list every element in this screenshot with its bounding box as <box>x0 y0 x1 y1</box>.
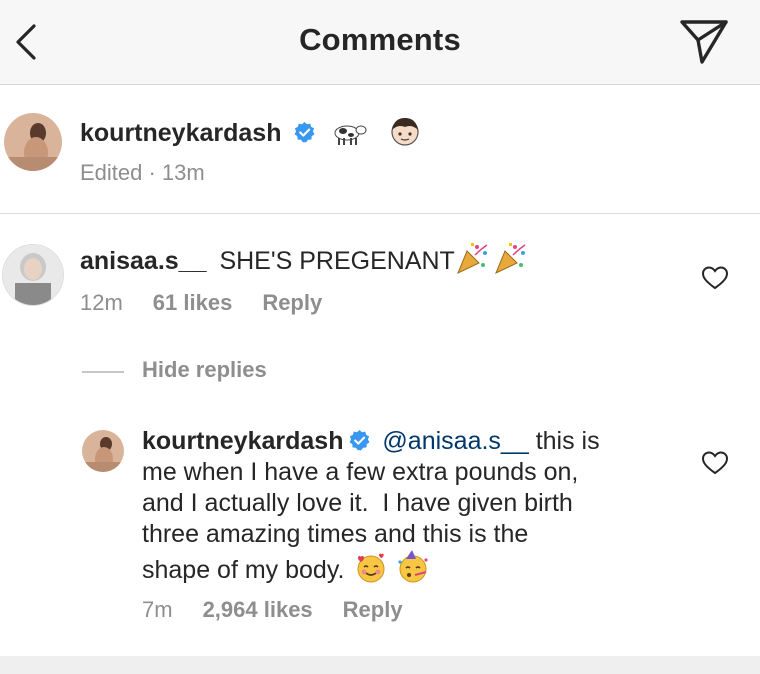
page-title: Comments <box>299 22 461 57</box>
comment-username[interactable]: anisaa.s__ <box>80 247 207 275</box>
caption-row: kourtneykardash Edited · 13m <box>0 85 760 214</box>
header-bar: Comments <box>0 0 760 85</box>
reply-text-line-3: and I actually love it. I have given bir… <box>142 489 573 517</box>
party-popper-emoji <box>494 243 526 275</box>
caption-meta: Edited · 13m <box>80 160 205 185</box>
comment-likes[interactable]: 61 likes <box>153 290 233 315</box>
heart-icon[interactable] <box>701 450 729 476</box>
paper-plane-icon <box>680 20 728 64</box>
comment-meta: 12m 61 likes Reply <box>80 290 352 316</box>
reply-time: 7m <box>142 597 173 622</box>
avatar[interactable] <box>82 430 124 472</box>
party-popper-emoji <box>456 243 488 275</box>
reply-likes[interactable]: 2,964 likes <box>203 597 313 622</box>
heart-icon[interactable] <box>701 265 729 291</box>
cow-emoji <box>334 125 367 145</box>
smiling-face-with-hearts-emoji <box>357 553 385 583</box>
verified-badge-icon <box>350 429 370 451</box>
share-button[interactable] <box>678 18 730 66</box>
mention-link[interactable]: @anisaa.s__ <box>382 427 528 455</box>
reply-meta: 7m 2,964 likes Reply <box>142 597 433 623</box>
reply-text-line-1: this is <box>535 427 600 455</box>
caption-username[interactable]: kourtneykardash <box>80 119 281 147</box>
comment-time: 12m <box>80 290 123 315</box>
comment-text: SHE'S PREGENANT <box>219 247 455 275</box>
reply-text-line-2: me when I have a few extra pounds on, <box>142 458 579 486</box>
avatar[interactable] <box>2 244 64 306</box>
comment-reply-button[interactable]: Reply <box>262 290 322 315</box>
avatar[interactable] <box>4 113 62 171</box>
bottom-divider <box>0 656 760 674</box>
reply-reply-button[interactable]: Reply <box>343 597 403 622</box>
verified-badge-icon <box>294 121 315 143</box>
girl-face-emoji <box>391 118 419 146</box>
divider <box>82 371 124 373</box>
partying-face-emoji <box>398 550 428 583</box>
reply-username[interactable]: kourtneykardash <box>142 427 343 455</box>
hide-replies-button[interactable]: Hide replies <box>142 357 267 383</box>
reply-text-line-5: shape of my body. <box>142 556 345 584</box>
reply-text-line-4: three amazing times and this is the <box>142 520 529 548</box>
